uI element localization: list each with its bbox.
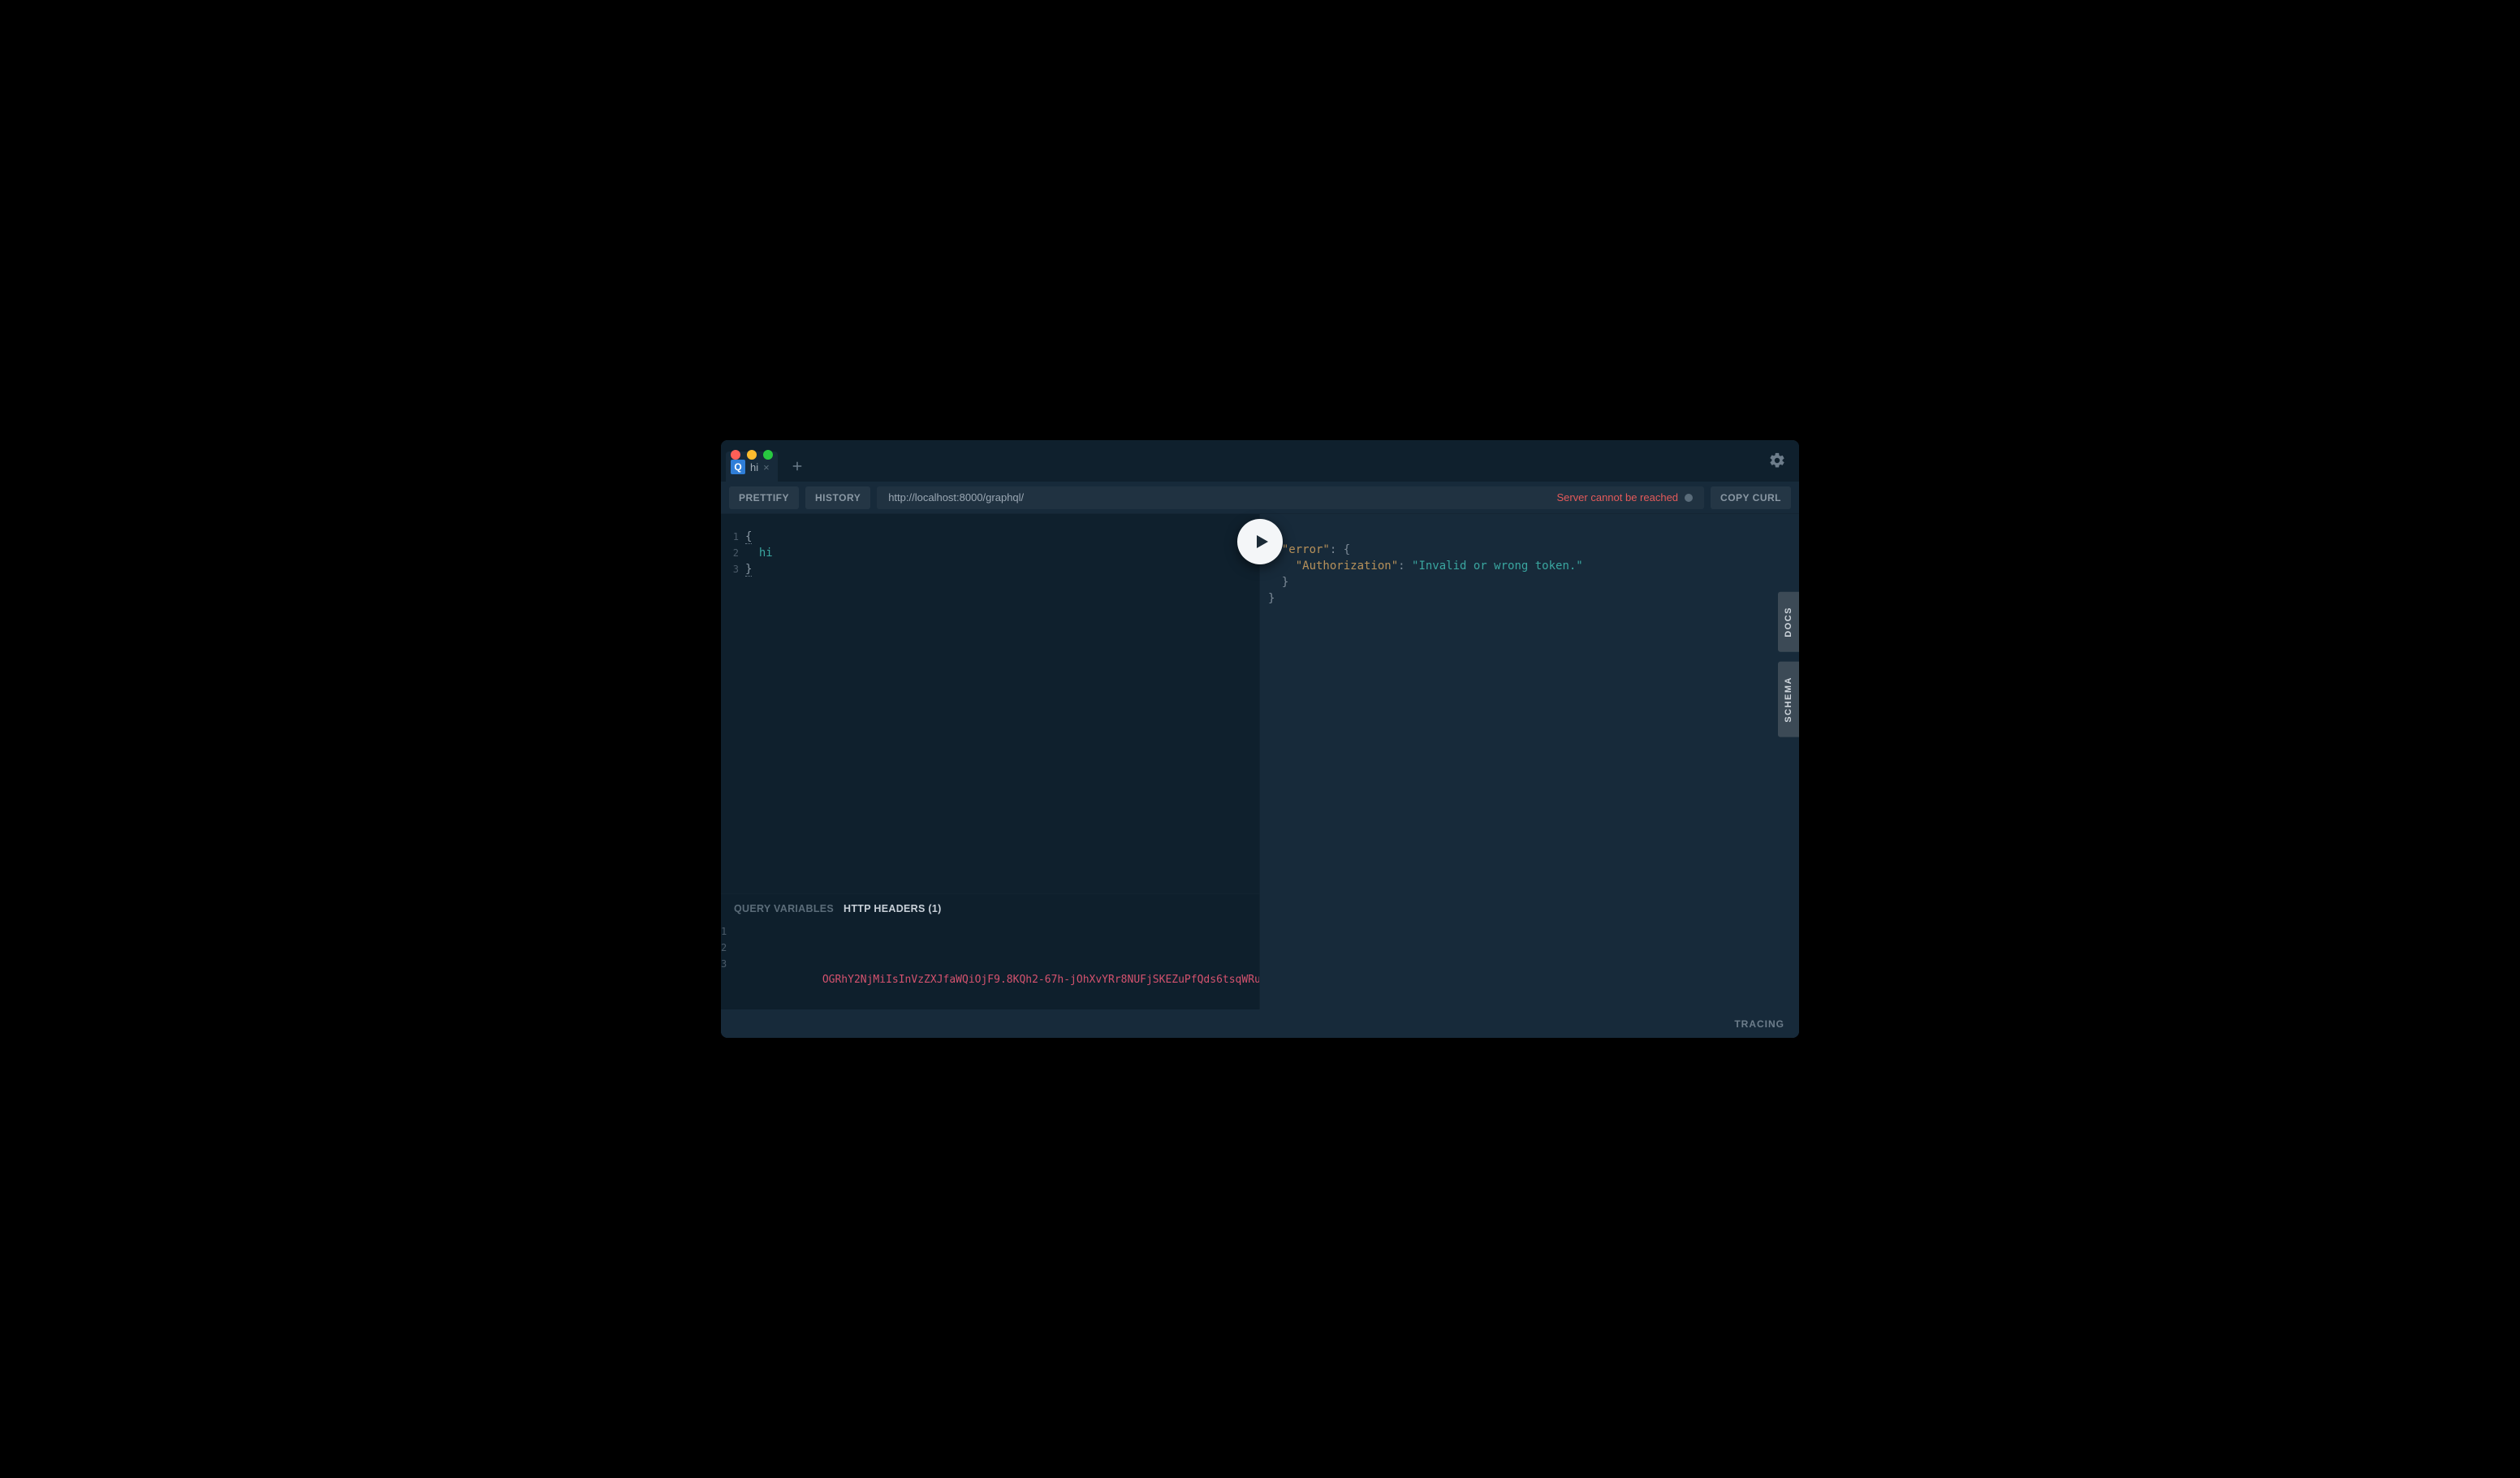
traffic-lights [731,450,773,460]
toolbar: PRETTIFY HISTORY http://localhost:8000/g… [721,482,1799,514]
tab-http-headers[interactable]: HTTP HEADERS (1) [844,903,942,914]
tab-label: hi [750,461,758,473]
tab-close-icon[interactable]: × [763,461,770,473]
query-gutter: 1 2 3 [721,529,745,893]
tab-icon: Q [731,460,745,474]
bottom-tabs: QUERY VARIABLES HTTP HEADERS (1) [721,894,1259,923]
play-icon [1252,532,1271,551]
tab-bar: Q hi × [726,441,813,482]
endpoint-input[interactable]: http://localhost:8000/graphql/ Server ca… [877,486,1704,509]
plus-icon [790,459,805,473]
header-token-line: OGRhY2NjMiIsInVzZXJfaWQiOjF9.8KQh2-67h-j… [822,974,1259,986]
query-editor[interactable]: 1 2 3 { hi } [721,514,1259,893]
gutter-line: 2 [721,940,727,956]
response-pane: ▼ { "error": { "Authorization": "Invalid… [1260,514,1799,1009]
window-close-button[interactable] [731,450,740,460]
headers-gutter: 1 2 3 [721,923,733,1009]
gear-icon [1768,452,1786,469]
server-status-dot-icon [1685,494,1693,502]
headers-editor[interactable]: 1 2 3 ✗ OGRhY2NjMiIsInVzZXJfaWQiOjF9.8KQ… [721,923,1259,1009]
gutter-line: 1 [721,923,727,940]
execute-button[interactable] [1237,519,1283,564]
prettify-button[interactable]: PRETTIFY [729,486,799,509]
endpoint-url-text: http://localhost:8000/graphql/ [888,491,1024,503]
side-tabs: DOCS SCHEMA [1778,592,1799,737]
window-minimize-button[interactable] [747,450,757,460]
footer: TRACING [721,1009,1799,1038]
field-hi: hi [759,547,773,560]
gutter-line: 1 [721,529,739,545]
docs-tab[interactable]: DOCS [1778,592,1799,652]
gutter-line: 3 [721,956,727,972]
tab-query-variables[interactable]: QUERY VARIABLES [734,903,834,914]
server-status: Server cannot be reached [1556,491,1693,503]
gutter-line: 2 [721,545,739,561]
gutter-line: 3 [721,561,739,577]
bottom-pane: QUERY VARIABLES HTTP HEADERS (1) 1 2 3 ✗… [721,893,1259,1009]
brace-close: } [745,563,752,577]
copy-curl-button[interactable]: COPY CURL [1711,486,1791,509]
query-code: { hi } [745,529,1259,893]
schema-tab[interactable]: SCHEMA [1778,662,1799,737]
left-column: 1 2 3 { hi } QUERY VARIABLES HTTP HEADER… [721,514,1260,1009]
tracing-button[interactable]: TRACING [1734,1018,1784,1030]
window-zoom-button[interactable] [763,450,773,460]
titlebar: Q hi × [721,440,1799,482]
history-button[interactable]: HISTORY [805,486,870,509]
server-status-text: Server cannot be reached [1556,491,1678,503]
new-tab-button[interactable] [781,450,813,482]
settings-button[interactable] [1768,452,1786,473]
app-window: Q hi × PRETTIFY HISTORY http://localhost… [721,440,1799,1038]
brace-open: { [745,530,752,544]
headers-code: ✗ OGRhY2NjMiIsInVzZXJfaWQiOjF9.8KQh2-67h… [733,923,1259,1009]
main-area: 1 2 3 { hi } QUERY VARIABLES HTTP HEADER… [721,514,1799,1009]
